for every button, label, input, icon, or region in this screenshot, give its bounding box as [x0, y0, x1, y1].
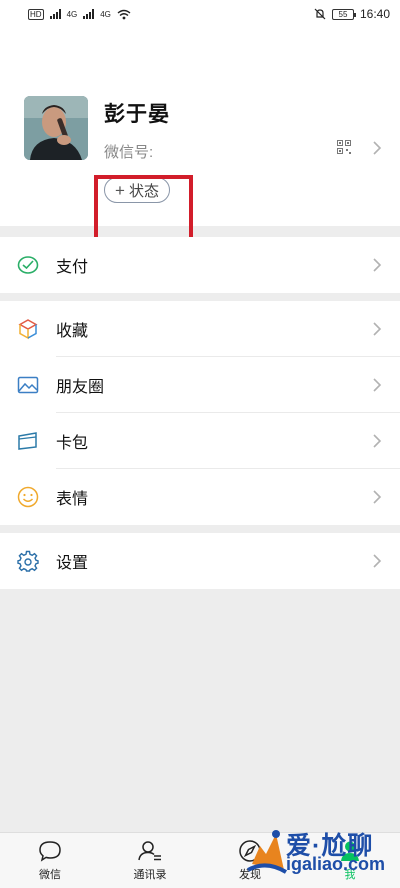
group-pay: 支付 [0, 237, 400, 293]
battery-icon: 55 [331, 8, 356, 20]
chevron-right-icon [373, 322, 382, 336]
menu-item-pay[interactable]: 支付 [0, 237, 400, 293]
signal-icon [49, 9, 61, 19]
status-left: HD 4G 4G [28, 8, 131, 20]
menu-item-stickers[interactable]: 表情 [0, 469, 400, 525]
menu-label-settings: 设置 [56, 555, 89, 572]
chevron-right-icon [373, 258, 382, 272]
chat-bubble-icon [39, 841, 61, 862]
moments-image-icon [17, 376, 39, 394]
watermark-logo-icon [247, 830, 288, 874]
menu-label-favorites: 收藏 [56, 323, 89, 340]
menu-label-moments: 朋友圈 [56, 379, 105, 396]
chevron-right-icon [373, 490, 382, 504]
card-wallet-icon [18, 432, 37, 450]
tab-label-contacts: 通讯录 [133, 869, 167, 881]
network-type-left: 4G [66, 9, 78, 19]
wechat-id-label: 微信号: [104, 144, 154, 161]
smiley-icon [17, 486, 39, 508]
profile-name: 彭于晏 [104, 103, 170, 126]
gear-icon [17, 550, 39, 572]
pay-icon [17, 256, 39, 274]
chevron-right-icon [373, 554, 382, 568]
tab-contacts[interactable]: 通讯录 [100, 833, 200, 888]
hd-badge: HD [28, 8, 44, 20]
mute-bell-icon [314, 8, 326, 20]
avatar[interactable] [24, 96, 88, 160]
profile-header[interactable]: 彭于晏 微信号: + 状态 [0, 28, 400, 249]
wifi-icon [117, 9, 131, 19]
menu-item-settings[interactable]: 设置 [0, 533, 400, 589]
tab-chats[interactable]: 微信 [0, 833, 100, 888]
menu-label-cards: 卡包 [56, 435, 89, 452]
watermark: 爱·尬聊 igaliao.com [246, 820, 396, 880]
tab-label-chats: 微信 [39, 869, 61, 881]
watermark-url: igaliao.com [286, 854, 386, 874]
qr-code-icon[interactable] [337, 140, 351, 154]
menu-label-stickers: 表情 [56, 491, 89, 508]
contacts-icon [138, 841, 161, 861]
menu-item-moments[interactable]: 朋友圈 [0, 357, 400, 413]
chevron-right-icon [373, 378, 382, 392]
network-type-right: 4G [100, 9, 111, 19]
group-settings: 设置 [0, 533, 400, 589]
clock: 16:40 [359, 7, 390, 21]
group-main: 收藏 朋友圈 卡包 表情 [0, 301, 400, 525]
menu-item-cards[interactable]: 卡包 [0, 413, 400, 469]
status-bar: HD 4G 4G 55 16:40 [0, 0, 400, 28]
menu-item-favorites[interactable]: 收藏 [0, 301, 400, 357]
avatar-image [24, 96, 88, 160]
signal-icon-2 [83, 9, 95, 19]
menu-label-pay: 支付 [56, 259, 89, 276]
chevron-right-icon [373, 434, 382, 448]
chevron-right-icon [373, 141, 382, 155]
favorites-cube-icon [18, 319, 38, 340]
status-right: 55 16:40 [314, 7, 390, 21]
